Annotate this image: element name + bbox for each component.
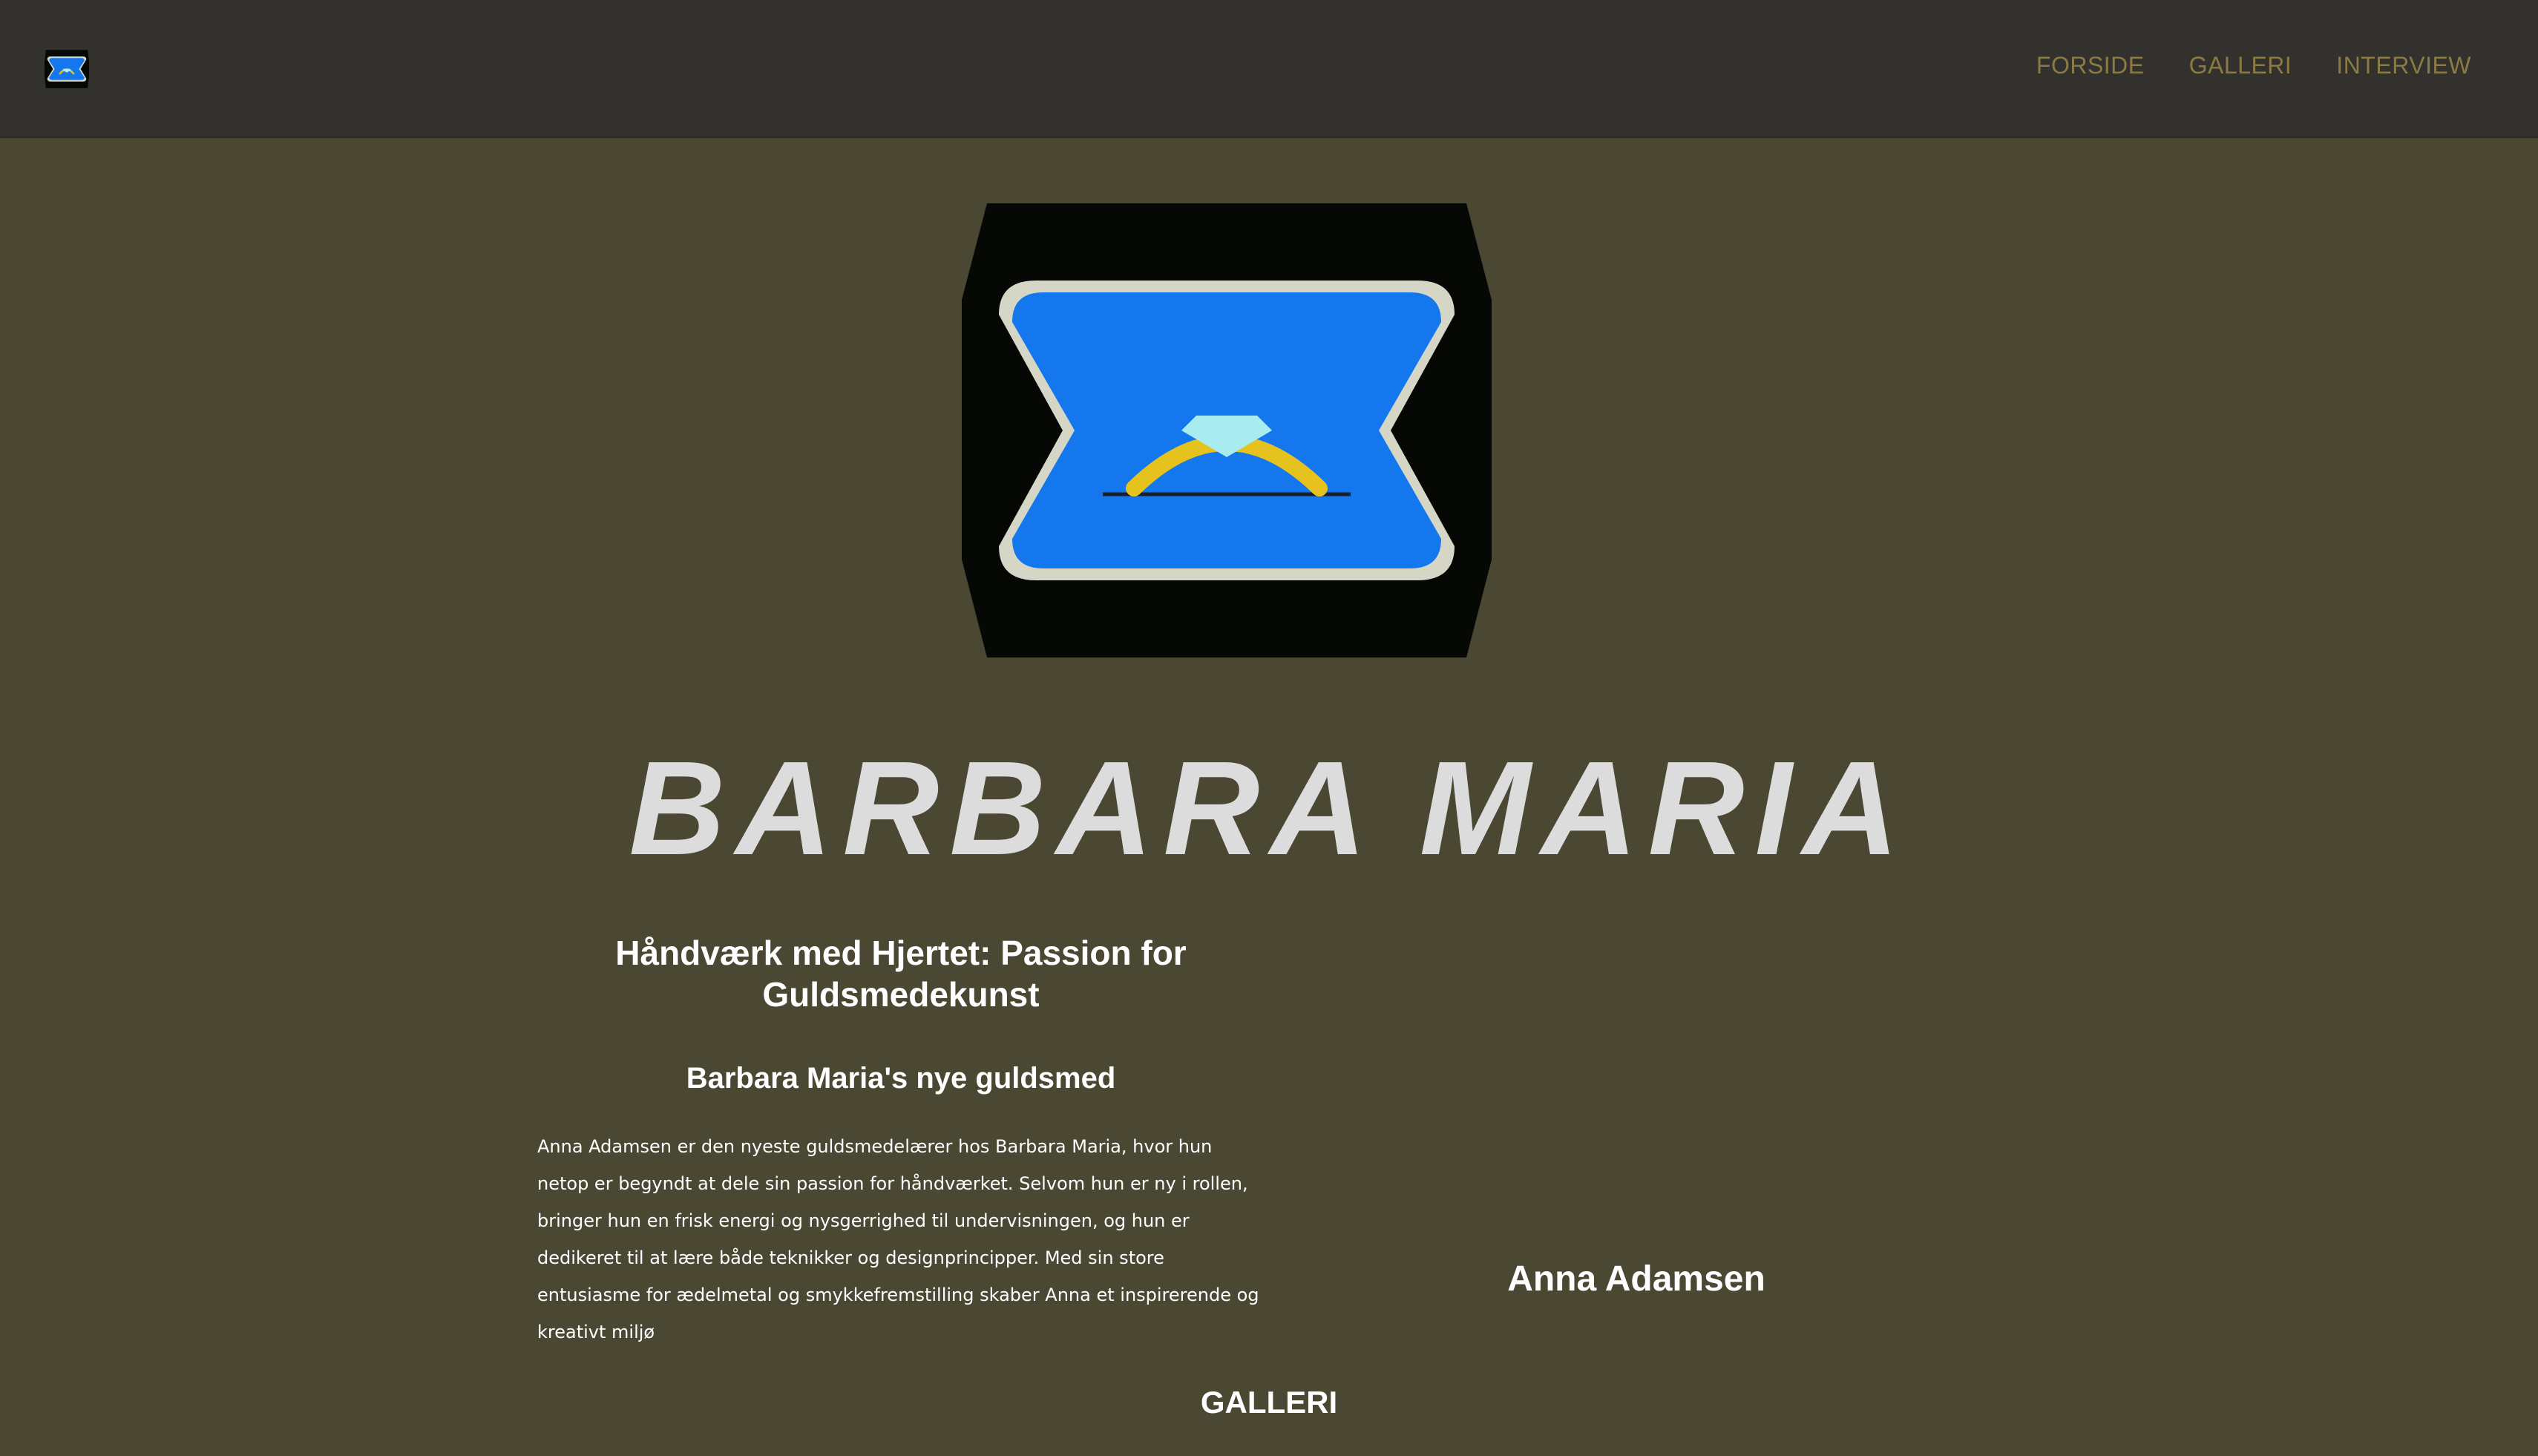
gallery-heading: GALLERI [1200,1385,1338,1420]
article-section: Håndværk med Hjertet: Passion for Guldsm… [537,932,1265,1351]
ring-box-icon [962,203,1492,658]
main-nav: FORSIDE GALLERI INTERVIEW [2036,52,2471,79]
article-heading: Håndværk med Hjertet: Passion for Guldsm… [615,934,1187,1014]
brand-title: BARBARA MARIA [629,734,1909,883]
nav-link-forside[interactable]: FORSIDE [2036,52,2145,79]
article-subheading: Barbara Maria's nye guldsmed [686,1062,1116,1095]
nav-link-interview[interactable]: INTERVIEW [2336,52,2471,79]
top-navbar: FORSIDE GALLERI INTERVIEW [0,0,2538,138]
nav-link-galleri[interactable]: GALLERI [2189,52,2292,79]
ring-box-icon[interactable] [45,43,89,95]
page: FORSIDE GALLERI INTERVIEW BARBARA MARIA … [0,0,2538,1456]
person-name: Anna Adamsen [1507,1259,1765,1299]
article-body: Anna Adamsen er den nyeste guldsmedelære… [537,1136,1259,1342]
